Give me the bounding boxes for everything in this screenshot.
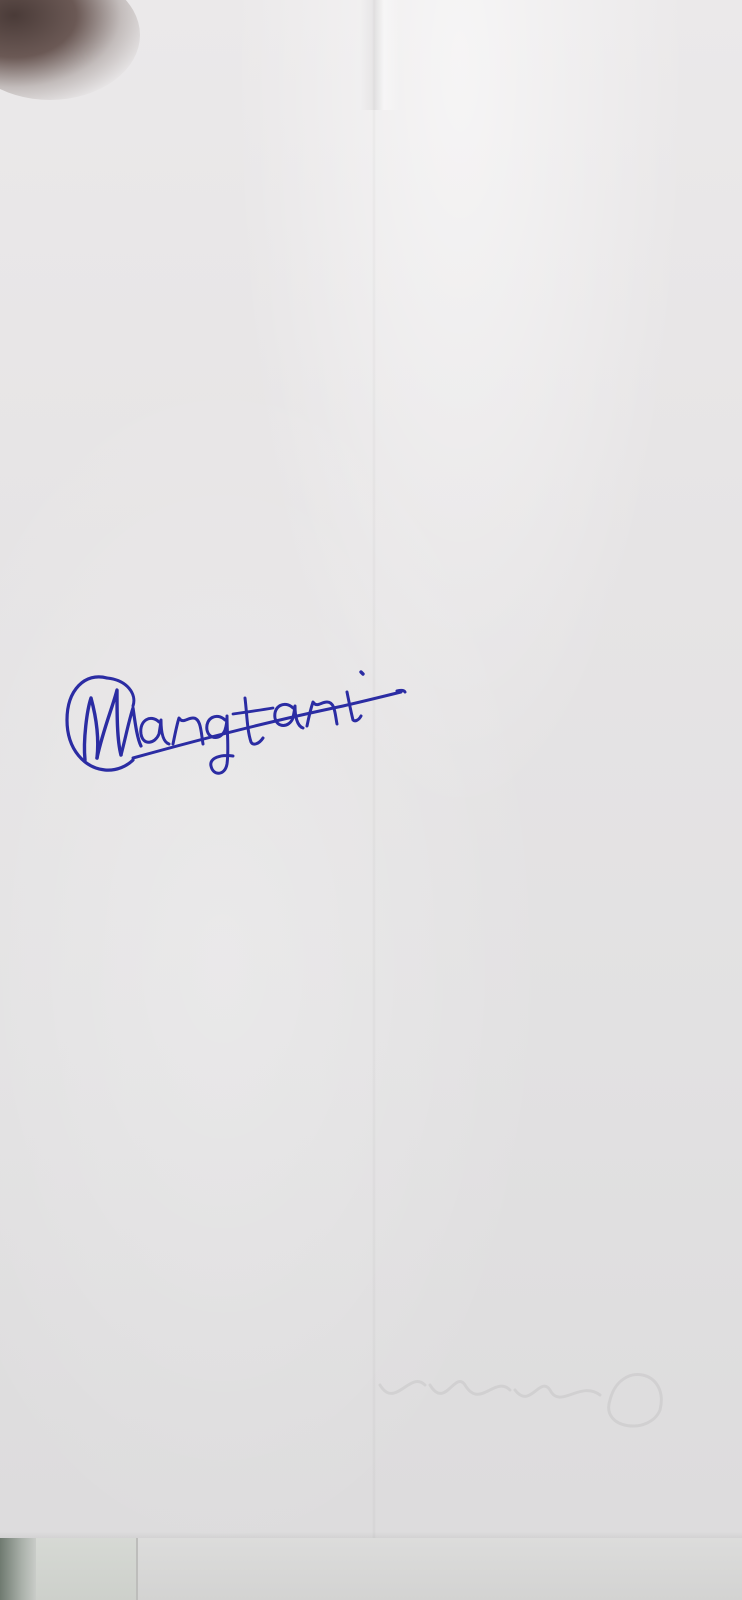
handwritten-signature bbox=[65, 670, 407, 775]
ink-bleed-through bbox=[378, 1373, 663, 1428]
paper-fold-top bbox=[360, 0, 400, 110]
background-object-mid bbox=[36, 1538, 138, 1600]
background-object-left bbox=[0, 1538, 36, 1600]
photo-scene bbox=[0, 0, 742, 1600]
